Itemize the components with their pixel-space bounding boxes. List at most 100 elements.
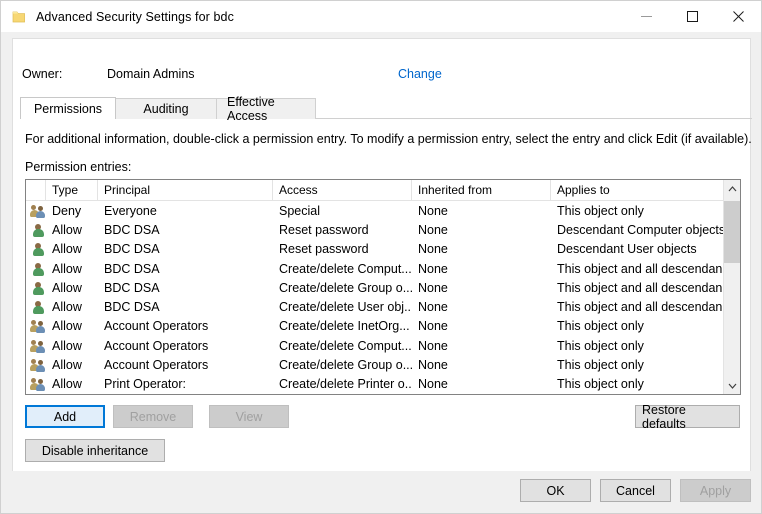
tabstrip: Permissions Auditing Effective Access xyxy=(20,97,315,119)
disable-inheritance-button[interactable]: Disable inheritance xyxy=(25,439,165,462)
column-header-type[interactable]: Type xyxy=(46,180,98,200)
cell-inherited-from: None xyxy=(412,319,551,333)
cell-type: Allow xyxy=(46,319,98,333)
ok-button[interactable]: OK xyxy=(520,479,591,502)
window-title: Advanced Security Settings for bdc xyxy=(36,10,234,24)
cell-access: Create/delete Comput... xyxy=(273,262,412,276)
maximize-button[interactable] xyxy=(669,1,715,32)
column-header-applies-to[interactable]: Applies to xyxy=(551,180,726,200)
cell-applies-to: This object and all descendan... xyxy=(551,262,726,276)
column-header-principal[interactable]: Principal xyxy=(98,180,273,200)
cell-inherited-from: None xyxy=(412,377,551,391)
column-header-icon[interactable] xyxy=(26,180,46,200)
user-icon xyxy=(26,261,46,277)
cell-access: Reset password xyxy=(273,242,412,256)
cell-access: Create/delete InetOrg... xyxy=(273,319,412,333)
remove-button: Remove xyxy=(113,405,193,428)
owner-row: Owner: Domain Admins Change xyxy=(13,39,750,97)
cell-applies-to: This object only xyxy=(551,204,726,218)
cell-principal: BDC DSA xyxy=(98,281,273,295)
table-row[interactable]: AllowAccount OperatorsCreate/delete Inet… xyxy=(26,317,740,336)
tab-permissions[interactable]: Permissions xyxy=(20,97,116,119)
cell-inherited-from: None xyxy=(412,300,551,314)
cell-principal: Print Operator: xyxy=(98,377,273,391)
tab-effective-access[interactable]: Effective Access xyxy=(216,98,316,119)
table-row[interactable]: AllowBDC DSAReset passwordNoneDescendant… xyxy=(26,240,740,259)
cell-inherited-from: None xyxy=(412,339,551,353)
cell-applies-to: This object only xyxy=(551,358,726,372)
cell-principal: BDC DSA xyxy=(98,223,273,237)
cell-type: Deny xyxy=(46,204,98,218)
column-header-inherited-from[interactable]: Inherited from xyxy=(412,180,551,200)
table-row[interactable]: AllowPrint Operator:Create/delete Printe… xyxy=(26,375,740,394)
cancel-button[interactable]: Cancel xyxy=(600,479,671,502)
main-panel: Owner: Domain Admins Change Permissions … xyxy=(12,38,751,472)
table-row[interactable]: AllowAccount OperatorsCreate/delete Grou… xyxy=(26,355,740,374)
owner-label: Owner: xyxy=(22,67,62,81)
tab-auditing[interactable]: Auditing xyxy=(115,98,217,119)
cell-inherited-from: None xyxy=(412,223,551,237)
cell-applies-to: This object only xyxy=(551,339,726,353)
cell-access: Create/delete Comput... xyxy=(273,339,412,353)
permissions-tab-panel: For additional information, double-click… xyxy=(20,119,745,465)
cell-inherited-from: None xyxy=(412,281,551,295)
close-button[interactable] xyxy=(715,1,761,32)
cell-type: Allow xyxy=(46,262,98,276)
scrollbar-thumb[interactable] xyxy=(724,201,741,263)
change-owner-link[interactable]: Change xyxy=(398,67,442,81)
cell-applies-to: This object only xyxy=(551,377,726,391)
cell-applies-to: This object and all descendan... xyxy=(551,281,726,295)
cell-access: Create/delete Printer o... xyxy=(273,377,412,391)
title-bar: Advanced Security Settings for bdc xyxy=(1,1,761,32)
group-icon xyxy=(26,318,46,334)
folder-icon xyxy=(11,9,27,25)
user-icon xyxy=(26,299,46,315)
cell-type: Allow xyxy=(46,281,98,295)
cell-type: Allow xyxy=(46,223,98,237)
cell-inherited-from: None xyxy=(412,262,551,276)
scrollbar-track[interactable] xyxy=(724,197,741,377)
user-icon xyxy=(26,222,46,238)
table-row[interactable]: AllowBDC DSACreate/delete Comput...NoneT… xyxy=(26,259,740,278)
scroll-up-arrow[interactable] xyxy=(724,180,741,197)
cell-access: Create/delete Group o... xyxy=(273,281,412,295)
list-scrollbar[interactable] xyxy=(723,180,740,394)
tab-auditing-label: Auditing xyxy=(143,102,188,116)
apply-button: Apply xyxy=(680,479,751,502)
column-header-access[interactable]: Access xyxy=(273,180,412,200)
table-row[interactable]: AllowBDC DSACreate/delete Group o...None… xyxy=(26,278,740,297)
window-controls xyxy=(623,1,761,32)
group-icon xyxy=(26,357,46,373)
table-row[interactable]: AllowAccount OperatorsCreate/delete Comp… xyxy=(26,336,740,355)
permission-entries-list[interactable]: Type Principal Access Inherited from App… xyxy=(25,179,741,395)
restore-defaults-button[interactable]: Restore defaults xyxy=(635,405,740,428)
cell-applies-to: Descendant Computer objects xyxy=(551,223,726,237)
table-row[interactable]: AllowBDC DSACreate/delete User obj...Non… xyxy=(26,297,740,316)
cell-principal: BDC DSA xyxy=(98,242,273,256)
cell-type: Allow xyxy=(46,339,98,353)
cell-applies-to: This object only xyxy=(551,319,726,333)
scroll-down-arrow[interactable] xyxy=(724,377,741,394)
add-button[interactable]: Add xyxy=(25,405,105,428)
group-icon xyxy=(26,203,46,219)
table-row[interactable]: AllowBDC DSAReset passwordNoneDescendant… xyxy=(26,220,740,239)
cell-principal: Account Operators xyxy=(98,339,273,353)
group-icon xyxy=(26,376,46,392)
cell-type: Allow xyxy=(46,242,98,256)
tab-effective-access-label: Effective Access xyxy=(227,95,305,123)
user-icon xyxy=(26,280,46,296)
list-body: DenyEveryoneSpecialNoneThis object onlyA… xyxy=(26,201,740,394)
cell-principal: Account Operators xyxy=(98,358,273,372)
cell-inherited-from: None xyxy=(412,204,551,218)
table-row[interactable]: DenyEveryoneSpecialNoneThis object only xyxy=(26,201,740,220)
minimize-button[interactable] xyxy=(623,1,669,32)
cell-applies-to: This object and all descendan... xyxy=(551,300,726,314)
cell-access: Special xyxy=(273,204,412,218)
cell-applies-to: Descendant User objects xyxy=(551,242,726,256)
cell-principal: Account Operators xyxy=(98,319,273,333)
cell-principal: BDC DSA xyxy=(98,262,273,276)
cell-inherited-from: None xyxy=(412,358,551,372)
owner-value: Domain Admins xyxy=(107,67,195,81)
dialog-footer: OK Cancel Apply xyxy=(1,471,761,513)
cell-principal: Everyone xyxy=(98,204,273,218)
